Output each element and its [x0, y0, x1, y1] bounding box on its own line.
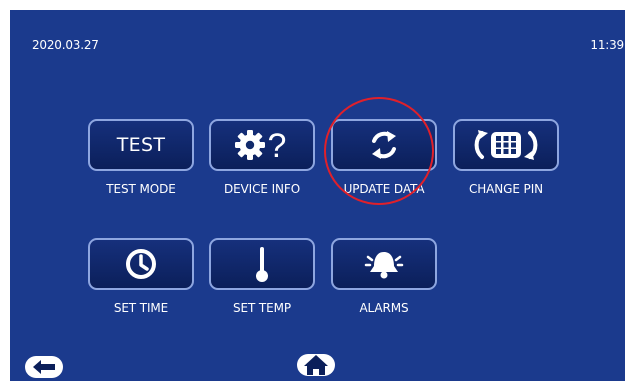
set-time-label: SET TIME [113, 301, 169, 315]
thermometer-icon [252, 244, 272, 284]
gear-question-icon: ? [233, 128, 291, 162]
update-data-button[interactable] [331, 119, 437, 171]
clock-icon [124, 247, 158, 281]
home-icon [303, 354, 329, 376]
set-temp-button[interactable] [209, 238, 315, 290]
home-button[interactable] [297, 354, 335, 376]
keypad-icon [466, 128, 546, 162]
set-time-button[interactable] [88, 238, 194, 290]
back-arrow-icon [31, 359, 57, 375]
update-data-label: UPDATE DATA [343, 182, 425, 196]
alarms-button[interactable] [331, 238, 437, 290]
alarms-label: ALARMS [359, 301, 409, 315]
test-mode-label: TEST MODE [106, 182, 176, 196]
status-date: 2020.03.27 [32, 38, 99, 52]
refresh-icon [367, 128, 401, 162]
change-pin-label: CHANGE PIN [468, 182, 544, 196]
status-time: 11:39 [590, 38, 624, 52]
device-screen: 2020.03.27 11:39 TEST TEST MODE ? DEVICE… [10, 10, 625, 381]
alarm-bell-icon [362, 247, 406, 281]
device-info-button[interactable]: ? [209, 119, 315, 171]
device-info-label: DEVICE INFO [223, 182, 301, 196]
set-temp-label: SET TEMP [232, 301, 292, 315]
back-button[interactable] [25, 356, 63, 378]
svg-text:?: ? [268, 128, 287, 162]
test-button-text: TEST [116, 134, 166, 156]
change-pin-button[interactable] [453, 119, 559, 171]
test-mode-button[interactable]: TEST [88, 119, 194, 171]
